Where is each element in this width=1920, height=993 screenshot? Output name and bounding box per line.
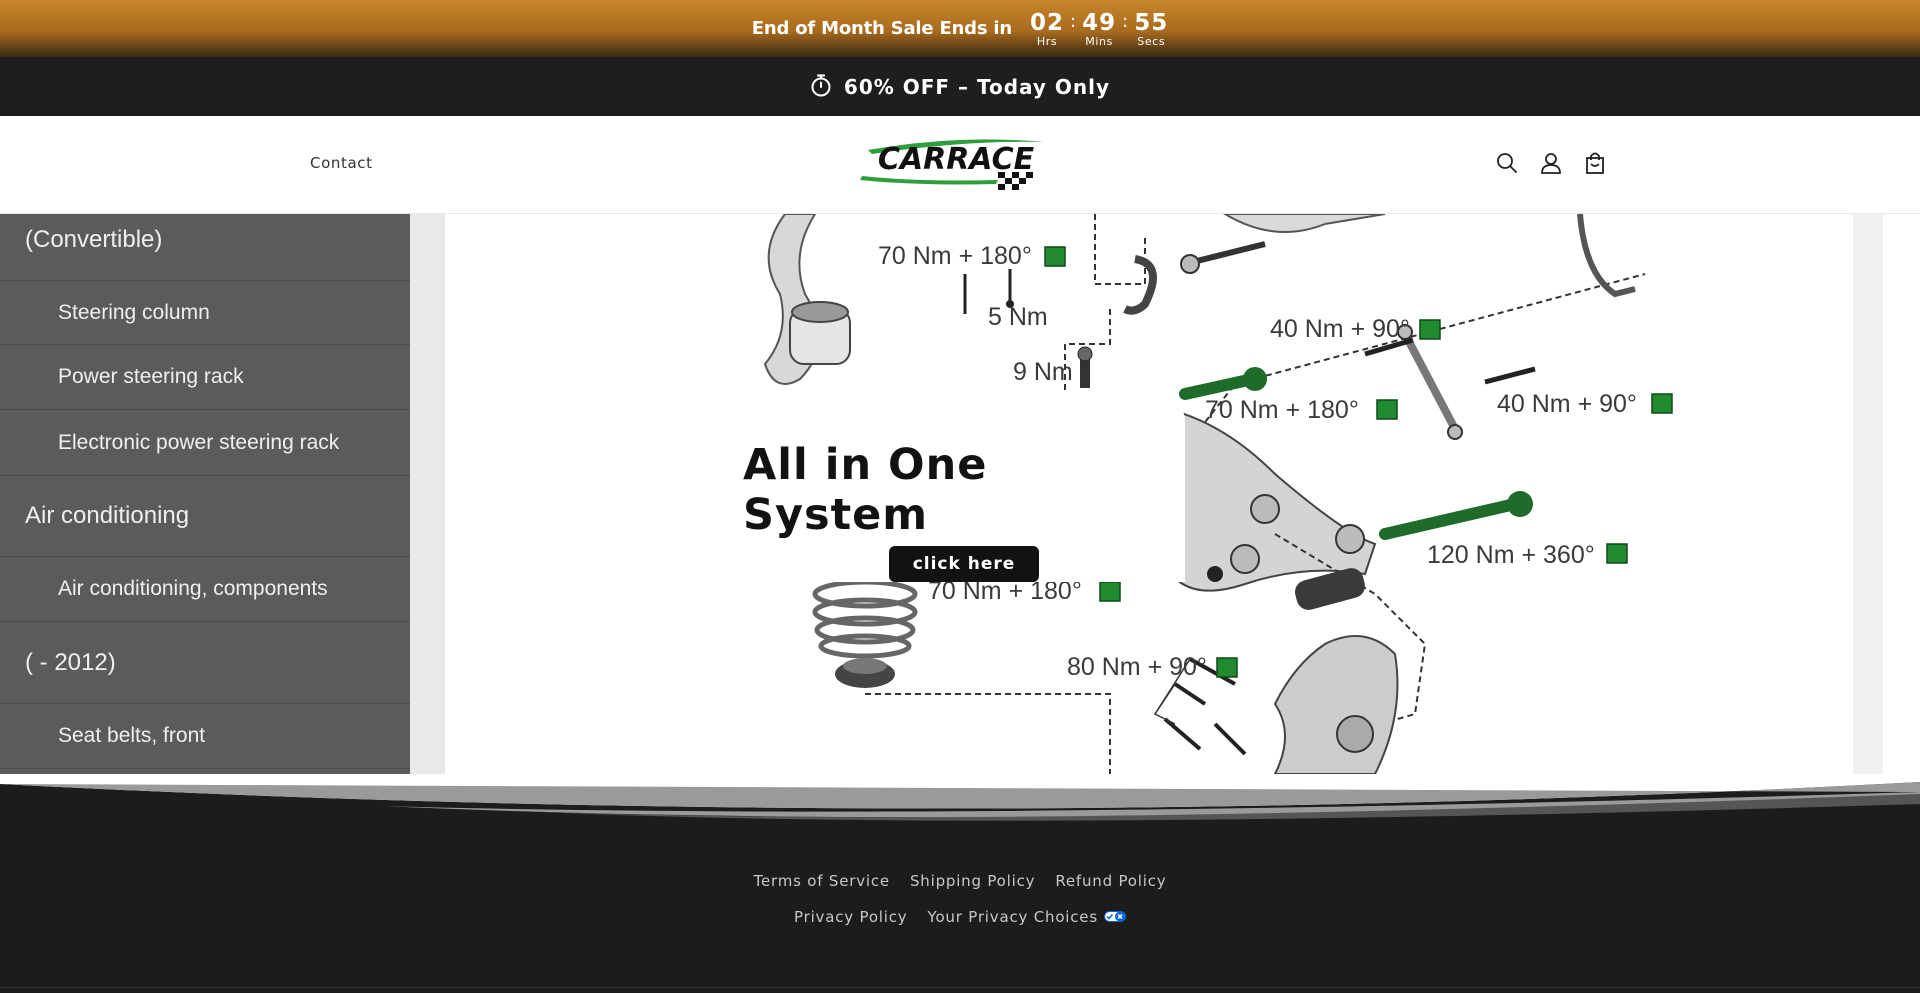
nav-contact-link[interactable]: Contact (310, 154, 373, 172)
privacy-toggle-icon (1103, 908, 1126, 926)
click-here-button[interactable]: click here (889, 546, 1039, 582)
timer-separator: : (1070, 10, 1077, 32)
terms-of-service-link[interactable]: Terms of Service (754, 872, 890, 890)
search-icon[interactable] (1496, 151, 1518, 175)
torque-label: 80 Nm + 90° (1067, 653, 1207, 681)
torque-label: 40 Nm + 90° (1270, 315, 1410, 343)
timer-separator: : (1122, 10, 1129, 32)
timer-minutes: 49 Mins (1082, 10, 1116, 48)
privacy-policy-link[interactable]: Privacy Policy (794, 908, 907, 926)
hero-title: All in One System (743, 440, 988, 540)
countdown-bar: End of Month Sale Ends in 02 Hrs : 49 Mi… (0, 0, 1920, 57)
footer-privacy-links: Privacy Policy Your Privacy Choices (0, 908, 1920, 926)
promo-text: 60% OFF – Today Only (843, 74, 1111, 99)
sidebar-item: Power steering rack (0, 345, 410, 410)
cart-icon[interactable] (1584, 151, 1606, 175)
hero-content-card: All in One System click here (743, 402, 1185, 582)
timer-minutes-value: 49 (1082, 9, 1117, 36)
logo-text: CARRACE (878, 142, 1035, 177)
carrace-logo[interactable]: CARRACE (858, 136, 1054, 192)
hero-image-sidebar-menu: (Convertible) Steering column Power stee… (0, 214, 410, 774)
torque-label: 9 Nm (1013, 358, 1073, 386)
footer-wave-divider (0, 774, 1920, 834)
timer-seconds-value: 55 (1134, 9, 1169, 36)
torque-label: 120 Nm + 360° (1427, 541, 1595, 569)
privacy-choices-link[interactable]: Your Privacy Choices (927, 908, 1126, 926)
site-header: Contact CARRACE (0, 116, 1920, 214)
shipping-policy-link[interactable]: Shipping Policy (910, 872, 1035, 890)
timer-hours-label: Hrs (1036, 34, 1058, 48)
hero-image-edge (1853, 214, 1883, 774)
hero-image-divider (410, 214, 445, 774)
hero-banner: (Convertible) Steering column Power stee… (0, 214, 1920, 774)
torque-label: 5 Nm (988, 303, 1048, 331)
site-footer: Terms of Service Shipping Policy Refund … (0, 774, 1920, 993)
sidebar-item: ( - 2012) (0, 622, 410, 704)
timer-hours-value: 02 (1030, 9, 1065, 36)
promo-bar: 60% OFF – Today Only (0, 57, 1920, 116)
sidebar-item: Steering column (0, 281, 410, 345)
sidebar-item: Air conditioning (0, 476, 410, 557)
timer-seconds: 55 Secs (1134, 10, 1168, 48)
timer-seconds-label: Secs (1137, 34, 1166, 48)
stopwatch-icon (810, 73, 832, 101)
footer-policy-links: Terms of Service Shipping Policy Refund … (0, 872, 1920, 890)
footer-divider (0, 987, 1920, 988)
privacy-choices-label: Your Privacy Choices (927, 908, 1098, 926)
sidebar-item: Air conditioning, components (0, 557, 410, 622)
torque-label: 70 Nm + 180° (1205, 396, 1359, 424)
header-icons (1496, 151, 1606, 175)
countdown-text: End of Month Sale Ends in (751, 18, 1013, 39)
timer-minutes-label: Mins (1085, 34, 1113, 48)
refund-policy-link[interactable]: Refund Policy (1055, 872, 1166, 890)
timer-hours: 02 Hrs (1030, 10, 1064, 48)
torque-label: 40 Nm + 90° (1497, 390, 1637, 418)
sidebar-item: Electronic power steering rack (0, 410, 410, 476)
countdown-timer: 02 Hrs : 49 Mins : 55 Secs (1030, 10, 1168, 48)
torque-label: 70 Nm + 180° (878, 242, 1032, 270)
sidebar-item: (Convertible) (0, 214, 410, 281)
account-icon[interactable] (1540, 151, 1562, 175)
sidebar-item: Seat belts, front (0, 704, 410, 769)
